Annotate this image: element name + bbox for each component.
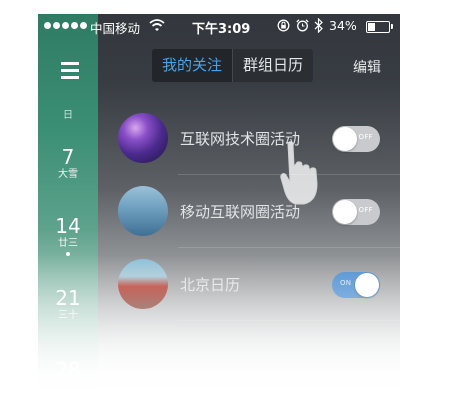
edit-button[interactable]: 编辑	[353, 57, 381, 77]
date-lunar: 大雪	[58, 169, 78, 180]
date-lunar: 廿三	[58, 238, 78, 249]
toggle-knob	[333, 200, 357, 224]
tab-my-following[interactable]: 我的关注	[152, 49, 233, 82]
date-item[interactable]: 7 大雪	[38, 146, 98, 181]
calendar-avatar-galaxy	[118, 113, 168, 163]
subscribe-toggle[interactable]: OFF	[332, 126, 380, 152]
phone-screen: 日 7 大雪 14 廿三 21 三十 28 中国移动 下午3:09 34% 我的…	[38, 14, 400, 405]
weekday-header: 日	[63, 110, 73, 121]
date-number: 14	[55, 214, 81, 238]
row-divider	[178, 247, 400, 248]
battery-percent: 34%	[329, 18, 357, 33]
row-divider	[178, 320, 400, 321]
calendar-title: 北京日历	[180, 276, 241, 294]
tab-group-calendars[interactable]: 群组日历	[232, 49, 313, 82]
date-item[interactable]: 28	[38, 359, 98, 381]
toggle-knob	[355, 273, 379, 297]
calendar-row[interactable]: 北京日历 ON	[118, 259, 400, 317]
toggle-state-label: OFF	[358, 206, 373, 214]
calendar-avatar-crowd	[118, 186, 168, 236]
toggle-state-label: ON	[340, 279, 352, 287]
tab-bar: 我的关注 群组日历	[152, 49, 314, 82]
date-number: 28	[55, 358, 81, 382]
clock-time: 下午3:09	[192, 22, 251, 37]
date-item[interactable]: 14 廿三	[38, 215, 98, 256]
rotation-lock-icon	[277, 19, 290, 32]
date-number: 21	[55, 286, 81, 310]
pointing-hand-icon	[280, 141, 318, 205]
event-dot	[66, 252, 70, 256]
toggle-knob	[333, 127, 357, 151]
battery-icon	[366, 21, 393, 33]
calendar-sidebar: 日 7 大雪 14 廿三 21 三十 28	[38, 14, 98, 405]
subscribe-toggle[interactable]: OFF	[332, 199, 380, 225]
alarm-icon	[296, 19, 309, 32]
date-item[interactable]: 21 三十	[38, 287, 98, 322]
date-lunar: 三十	[58, 310, 78, 321]
menu-icon[interactable]	[61, 62, 79, 79]
calendar-avatar-beijing	[118, 259, 168, 309]
wifi-icon	[149, 19, 165, 31]
calendar-row[interactable]: 互联网技术圈活动 OFF	[118, 113, 400, 171]
carrier-name: 中国移动	[90, 21, 141, 36]
signal-dots-icon	[44, 22, 87, 29]
subscribe-toggle[interactable]: ON	[332, 272, 380, 298]
status-bar: 中国移动 下午3:09 34%	[38, 14, 400, 38]
toggle-state-label: OFF	[358, 133, 373, 141]
battery-fill	[368, 23, 376, 31]
date-number: 7	[61, 145, 75, 169]
bluetooth-icon	[314, 18, 323, 33]
calendar-row[interactable]: 移动互联网圈活动 OFF	[118, 186, 400, 244]
